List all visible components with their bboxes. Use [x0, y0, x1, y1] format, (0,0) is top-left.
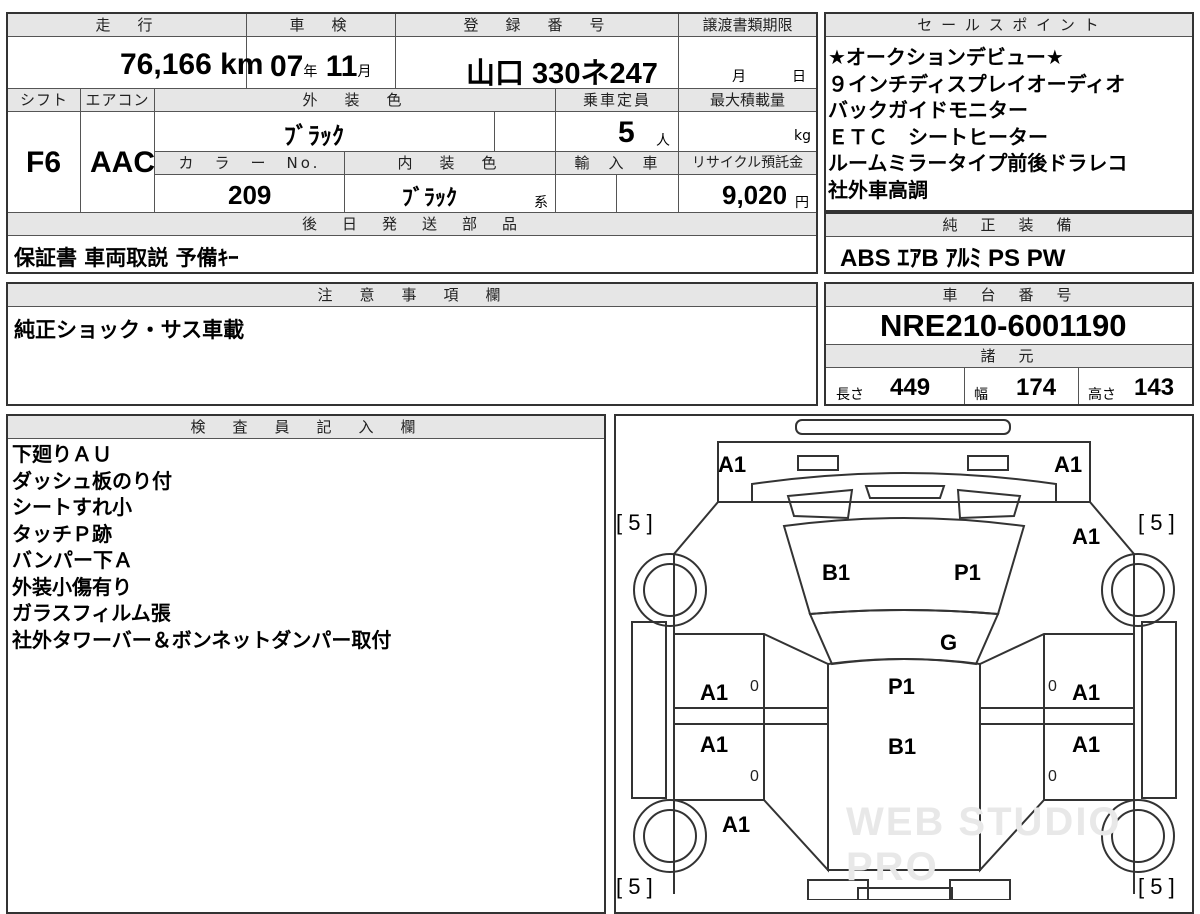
- header-mileage: 走 行: [8, 14, 246, 37]
- header-registration: 登 録 番 号: [396, 14, 678, 37]
- header-genuine-equipment: 純 正 装 備: [826, 214, 1192, 237]
- genuine-equipment-value: ABS ｴｱB ｱﾙﾐ PS PW: [840, 245, 1066, 272]
- inspector-note: 外装小傷有り: [12, 574, 132, 599]
- inspection-date: 07年 11月: [270, 50, 371, 84]
- later-parts-value: 保証書 車両取説 予備ｷｰ: [14, 246, 239, 270]
- capacity-unit: 人: [656, 133, 670, 149]
- inspector-notes: 下廻りＡＵ ダッシュ板のり付 シートすれ小 タッチＰ跡 バンパー下Ａ 外装小傷有…: [12, 441, 602, 653]
- mark-windshield: G: [940, 630, 958, 655]
- sales-point-line: ★オークションデビュー★: [828, 45, 1064, 69]
- sales-points-list: ★オークションデビュー★ ９インチディスプレイオーディオ バックガイドモニター …: [828, 44, 1192, 203]
- recycle-fee-value: 9,020: [722, 180, 788, 210]
- header-chassis: 車 台 番 号: [826, 284, 1192, 307]
- header-transfer-deadline: 譲渡書類期限: [679, 14, 816, 37]
- tire-mark-rear-right: [ 5 ]: [1138, 874, 1175, 899]
- chassis-number: NRE210-6001190: [880, 308, 1127, 343]
- divider: [616, 175, 617, 213]
- mileage-unit: km: [220, 48, 264, 81]
- header-recycle-fee: リサイクル預託金: [679, 152, 816, 175]
- divider: [964, 368, 965, 404]
- tire-mark-front-right: [ 5 ]: [1138, 510, 1175, 535]
- interior-color-value: ﾌﾞﾗｯｸ: [402, 186, 458, 211]
- header-interior-color: 内 装 色: [345, 152, 555, 175]
- header-max-load: 最大積載量: [679, 89, 816, 112]
- registration-number: 山口 330ネ247: [466, 58, 658, 90]
- mark-right-rear-door: A1: [1072, 732, 1101, 757]
- mark-left-rear-fender: A1: [722, 812, 751, 837]
- divider: [344, 152, 345, 213]
- mark-right-front-door: A1: [1072, 680, 1101, 705]
- mark-roof-rear: B1: [888, 734, 917, 759]
- sales-point-line: ９インチディスプレイオーディオ: [828, 71, 1126, 96]
- divider: [80, 89, 81, 213]
- inspector-note: バンパー下Ａ: [12, 548, 133, 572]
- tire-mark-rear-left: [ 5 ]: [616, 874, 653, 899]
- door-count-lf: 0: [750, 678, 759, 695]
- tire-mark-front-left: [ 5 ]: [616, 510, 653, 535]
- color-no-value: 209: [228, 180, 272, 210]
- interior-color-suffix: 系: [534, 195, 548, 211]
- inspection-year-unit: 年: [303, 63, 318, 79]
- divider: [678, 14, 679, 88]
- header-specs: 諸 元: [826, 345, 1192, 368]
- transfer-day-unit: 日: [792, 69, 806, 85]
- transfer-month-unit: 月: [732, 69, 746, 85]
- mileage-value: 76,166 km: [120, 48, 264, 81]
- mark-hood-left: B1: [822, 560, 851, 585]
- inspection-month-unit: 月: [357, 63, 372, 79]
- width-value: 174: [1016, 374, 1057, 401]
- header-capacity: 乗車定員: [556, 89, 678, 112]
- inspector-note: 下廻りＡＵ: [12, 442, 112, 466]
- mark-front-left: A1: [718, 452, 747, 477]
- header-sales-points: セ ー ル ス ポ イ ン ト: [826, 14, 1192, 37]
- width-label: 幅: [974, 387, 988, 403]
- header-inspector: 検 査 員 記 入 欄: [8, 416, 604, 439]
- max-load-unit: kg: [794, 128, 811, 144]
- inspection-year: 07: [270, 50, 304, 83]
- sales-point-line: バックガイドモニター: [828, 98, 1028, 122]
- aircon-value: AAC: [90, 146, 155, 179]
- header-shift: シフト: [8, 89, 80, 112]
- mark-right-front-fender: A1: [1072, 524, 1101, 549]
- length-value: 449: [890, 374, 931, 401]
- inspection-month: 11: [325, 50, 358, 83]
- length-label: 長さ: [836, 387, 864, 403]
- capacity-value: 5: [618, 116, 635, 149]
- door-count-lr: 0: [750, 768, 759, 785]
- exterior-color-value: ﾌﾞﾗｯｸ: [284, 122, 344, 150]
- header-exterior-color: 外 装 色: [155, 89, 555, 112]
- door-count-rr: 0: [1048, 768, 1057, 785]
- inspector-note: ダッシュ板のり付: [12, 468, 172, 493]
- header-aircon: エアコン: [81, 89, 154, 112]
- inspector-note: ガラスフィルム張: [12, 601, 171, 625]
- mark-roof: P1: [888, 674, 915, 699]
- sales-point-line: ＥＴＣ シートヒーター: [828, 124, 1048, 149]
- header-inspection: 車 検: [247, 14, 395, 37]
- door-count-rf: 0: [1048, 678, 1057, 695]
- recycle-fee-unit: 円: [795, 195, 809, 211]
- divider: [494, 112, 495, 152]
- divider: [1078, 368, 1079, 404]
- header-later-parts: 後 日 発 送 部 品: [8, 213, 816, 236]
- caution-value: 純正ショック・サス車載: [14, 318, 245, 342]
- mark-front-right: A1: [1054, 452, 1083, 477]
- header-caution: 注 意 事 項 欄: [8, 284, 816, 307]
- height-value: 143: [1134, 374, 1175, 401]
- header-color-no: カ ラ ー No.: [155, 152, 344, 175]
- divider: [395, 14, 396, 88]
- mark-left-rear-door: A1: [700, 732, 729, 757]
- header-import: 輸 入 車: [556, 152, 678, 175]
- mark-left-front-door: A1: [700, 680, 729, 705]
- inspector-note: タッチＰ跡: [12, 521, 112, 546]
- inspector-note: シートすれ小: [12, 495, 132, 519]
- sales-point-line: 社外車高調: [828, 177, 928, 202]
- inspector-note: 社外タワーバー＆ボンネットダンパー取付: [12, 627, 392, 652]
- sales-point-line: ルームミラータイプ前後ドラレコ: [828, 151, 1128, 175]
- mark-hood-right: P1: [954, 560, 981, 585]
- height-label: 高さ: [1088, 387, 1116, 403]
- shift-value: F6: [26, 146, 62, 179]
